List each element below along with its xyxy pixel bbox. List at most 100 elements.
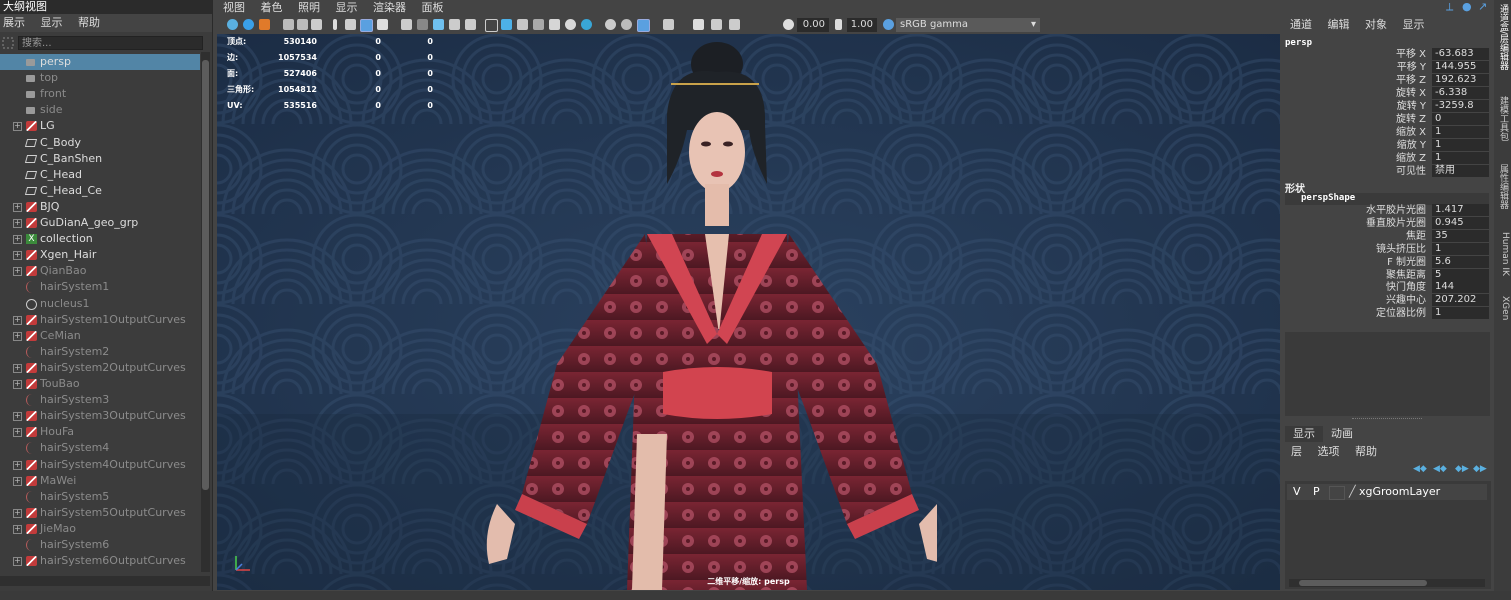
expand-toggle-icon[interactable]: + <box>13 476 22 486</box>
anti-aliasing-icon[interactable] <box>637 19 650 32</box>
outliner-item[interactable]: + JieMao <box>0 521 200 537</box>
outliner-item[interactable]: + HouFa <box>0 424 200 440</box>
expand-toggle-icon[interactable]: + <box>13 363 22 373</box>
2d-pan-icon[interactable] <box>297 19 308 30</box>
exposure-icon[interactable] <box>783 19 794 30</box>
xray-icon[interactable] <box>465 19 476 30</box>
outliner-item[interactable]: + hairSystem3OutputCurves <box>0 408 200 424</box>
new-layer-icon[interactable]: ◆▶ <box>1455 464 1469 474</box>
attribute-label[interactable]: 平移 X <box>1396 48 1426 61</box>
attribute-value-field[interactable]: 192.623 <box>1432 74 1489 86</box>
layer-menu-options[interactable]: 选项 <box>1318 445 1340 458</box>
attribute-label[interactable]: 缩放 Y <box>1397 139 1426 152</box>
outliner-item[interactable]: + hairSystem1OutputCurves <box>0 312 200 328</box>
layer-hscroll[interactable] <box>1289 579 1485 587</box>
outliner-item[interactable]: + Xcollection <box>0 231 200 247</box>
gamma-field[interactable]: 1.00 <box>847 18 877 32</box>
expand-toggle-icon[interactable]: + <box>13 557 22 567</box>
outliner-item[interactable]: + Xgen_Hair <box>0 247 200 263</box>
viewport-menu-renderer[interactable]: 渲染器 <box>373 1 406 14</box>
attribute-label[interactable]: 定位器比例 <box>1376 307 1426 320</box>
viewport-menu-lighting[interactable]: 照明 <box>298 1 320 14</box>
tab-display[interactable]: 显示 <box>1285 426 1323 442</box>
attribute-value-field[interactable]: 1 <box>1432 242 1489 255</box>
attribute-value-field[interactable]: -6.338 <box>1432 87 1489 99</box>
wireframe-icon[interactable] <box>449 19 460 30</box>
expand-toggle-icon[interactable]: + <box>13 315 22 325</box>
film-gate-icon[interactable] <box>345 19 356 30</box>
settings-icon[interactable]: ● <box>1462 0 1472 13</box>
safe-action-icon[interactable] <box>417 19 428 30</box>
attribute-label[interactable]: 聚焦距离 <box>1386 269 1426 282</box>
new-layer-selected-icon[interactable]: ◆▶ <box>1473 464 1487 474</box>
outliner-item[interactable]: persp <box>0 54 200 70</box>
channel-box-menu-channels[interactable]: 通道 <box>1290 18 1312 31</box>
move-layer-up-icon[interactable]: ◀◆ <box>1413 464 1427 474</box>
outliner-menu-display[interactable]: 展示 <box>3 16 25 29</box>
attribute-value-field[interactable]: -63.683 <box>1432 48 1489 60</box>
side-tab-modeling-toolkit[interactable]: 建模工具包 <box>1495 96 1510 141</box>
outliner-item[interactable]: + BJQ <box>0 199 200 215</box>
side-tab-attribute-editor[interactable]: 属性编辑器 <box>1495 164 1510 209</box>
attribute-value-field[interactable]: 1.417 <box>1432 204 1489 216</box>
color-space-select[interactable]: sRGB gamma ▾ <box>896 18 1040 32</box>
outliner-item[interactable]: hairSystem6 <box>0 537 200 553</box>
attribute-value-field[interactable]: 5.6 <box>1432 255 1489 268</box>
image-plane-icon[interactable] <box>283 19 294 30</box>
attribute-label[interactable]: 缩放 X <box>1396 126 1426 139</box>
layer-visibility-toggle[interactable]: V <box>1293 484 1301 500</box>
attribute-value-field[interactable]: 144.955 <box>1432 61 1489 73</box>
outliner-item[interactable]: nucleus1 <box>0 296 200 312</box>
expand-toggle-icon[interactable]: + <box>13 380 22 389</box>
expand-toggle-icon[interactable]: + <box>13 122 22 132</box>
outliner-item[interactable]: + hairSystem2OutputCurves <box>0 360 200 376</box>
viewport-menu-show[interactable]: 显示 <box>336 1 358 14</box>
outliner-item[interactable]: + GuDianA_geo_grp <box>0 215 200 231</box>
expand-toggle-icon[interactable]: + <box>13 331 22 341</box>
expand-toggle-icon[interactable]: + <box>13 508 22 518</box>
color-management-icon[interactable] <box>883 19 894 30</box>
attribute-label[interactable]: 焦距 <box>1406 230 1426 243</box>
attribute-label[interactable]: 快门角度 <box>1386 281 1426 294</box>
attribute-label[interactable]: 平移 Z <box>1396 74 1426 87</box>
isolate-select-icon[interactable] <box>663 19 674 30</box>
outliner-item[interactable]: C_Body <box>0 135 200 151</box>
grid-icon[interactable] <box>333 19 337 30</box>
axis-tool-icon[interactable]: ⟂ <box>1446 0 1453 14</box>
outliner-menu-show[interactable]: 显示 <box>41 16 63 29</box>
attribute-label[interactable]: 水平胶片光圈 <box>1366 204 1426 217</box>
camera-lock-icon[interactable] <box>693 19 704 30</box>
outliner-item[interactable]: + hairSystem6OutputCurves <box>0 553 200 569</box>
panel-resize-handle[interactable] <box>1352 418 1422 422</box>
checker-icon[interactable] <box>549 19 560 30</box>
attribute-value-field[interactable]: 144 <box>1432 281 1489 294</box>
attribute-value-field[interactable]: 1 <box>1432 139 1489 151</box>
tab-animation[interactable]: 动画 <box>1323 426 1361 442</box>
ambient-occlusion-icon[interactable] <box>605 19 616 30</box>
outliner-item[interactable]: + MaWei <box>0 473 200 489</box>
viewport-3d[interactable]: 顶点: 530140 0 0 边: 1057534 0 0 面: 527406 0 0 三角形: 1054… <box>217 34 1280 590</box>
expand-toggle-icon[interactable]: + <box>13 267 22 277</box>
move-layer-down-icon[interactable]: ◀◆ <box>1433 464 1447 474</box>
textured-icon[interactable] <box>533 19 544 30</box>
attribute-label[interactable]: 旋转 X <box>1396 87 1426 100</box>
expand-toggle-icon[interactable]: + <box>13 202 22 212</box>
attribute-label[interactable]: 兴趣中心 <box>1386 294 1426 307</box>
viewport-menu-view[interactable]: 视图 <box>223 1 245 14</box>
outliner-item[interactable]: C_BanShen <box>0 151 200 167</box>
character-model[interactable] <box>467 34 937 590</box>
attribute-label[interactable]: F 制光圈 <box>1387 256 1426 269</box>
outliner-search-input[interactable]: 搜索... <box>18 36 203 50</box>
layer-color-swatch[interactable] <box>1329 486 1345 500</box>
wire-on-shaded-icon[interactable] <box>517 19 528 30</box>
outliner-item[interactable]: + LG <box>0 118 200 134</box>
channel-box-menu-edit[interactable]: 编辑 <box>1328 18 1350 31</box>
grease-pencil-icon[interactable] <box>311 19 322 30</box>
channel-box-menu-object[interactable]: 对象 <box>1365 18 1387 31</box>
expand-toggle-icon[interactable]: + <box>13 219 22 228</box>
attribute-value-field[interactable]: 35 <box>1432 229 1489 242</box>
outliner-menu-help[interactable]: 帮助 <box>78 16 100 29</box>
field-chart-icon[interactable] <box>401 19 412 30</box>
layer-hscroll-thumb[interactable] <box>1299 580 1427 586</box>
attribute-value-field[interactable]: 1 <box>1432 307 1489 320</box>
